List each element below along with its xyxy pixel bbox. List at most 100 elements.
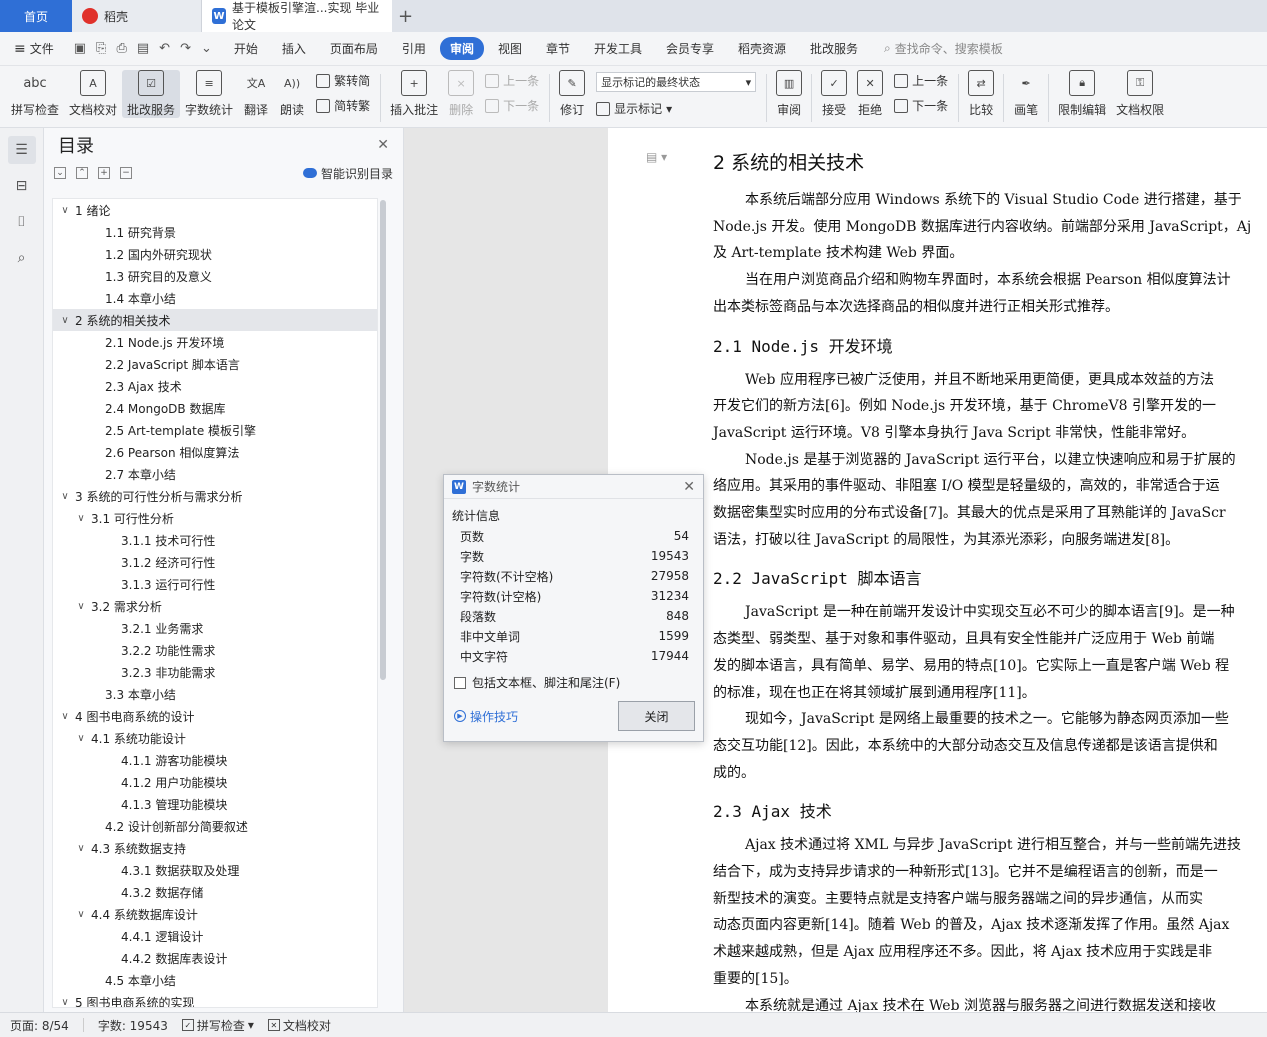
outline-nav-icon[interactable]: ☰: [7, 136, 36, 164]
collapse-chevron-icon[interactable]: ∨: [75, 909, 87, 920]
collapse-chevron-icon[interactable]: ∨: [59, 997, 71, 1008]
collapse-chevron-icon[interactable]: ∨: [75, 843, 87, 854]
pen-button[interactable]: ✒ 画笔: [1008, 70, 1044, 118]
compare-button[interactable]: ⇄ 比较: [963, 70, 999, 118]
tab-home[interactable]: 首页: [0, 0, 72, 32]
document-rights-button[interactable]: ⚿ 文档权限: [1111, 70, 1169, 118]
collapse-chevron-icon[interactable]: ∨: [59, 491, 71, 502]
next-revision-button[interactable]: 下一条: [894, 97, 948, 114]
toc-item[interactable]: ∨ 4 图书电商系统的设计: [53, 705, 377, 727]
toc-item[interactable]: 1.3 研究目的及意义: [53, 265, 377, 287]
menu-item[interactable]: 视图: [488, 37, 532, 60]
close-button[interactable]: 关闭: [618, 701, 695, 731]
collapse-chevron-icon[interactable]: ∨: [75, 601, 87, 612]
toc-item[interactable]: 4.1.2 用户功能模块: [53, 771, 377, 793]
menu-item[interactable]: 审阅: [439, 37, 484, 60]
close-icon[interactable]: ✕: [377, 137, 389, 153]
add-level-icon[interactable]: +: [98, 167, 110, 179]
document-page[interactable]: ▤ ▾ 2 系统的相关技术 本系统后端部分应用 Windows 系统下的 Visu…: [608, 128, 1267, 1012]
toc-item[interactable]: 3.1.3 运行可行性: [53, 573, 377, 595]
status-spell-check[interactable]: ✓ 拼写检查 ▾: [181, 1017, 254, 1034]
review-pane-button[interactable]: ▥ 审阅: [771, 70, 807, 118]
track-changes-button[interactable]: ✎ 修订: [554, 70, 590, 118]
accept-button[interactable]: ✓ 接受: [816, 70, 852, 118]
toc-item[interactable]: ∨ 5 图书电商系统的实现: [53, 991, 377, 1008]
menu-item[interactable]: 页面布局: [320, 37, 388, 60]
command-search[interactable]: ⌕ 查找命令、搜索模板: [884, 40, 1003, 57]
toc-item[interactable]: 3.2.2 功能性需求: [53, 639, 377, 661]
toc-item[interactable]: 4.3.2 数据存储: [53, 881, 377, 903]
markup-state-select[interactable]: 显示标记的最终状态 ▾: [596, 72, 757, 92]
translate-button[interactable]: 文A 翻译: [238, 70, 274, 118]
toc-item[interactable]: 4.4.1 逻辑设计: [53, 925, 377, 947]
collapse-chevron-icon[interactable]: ∨: [59, 205, 71, 216]
new-tab-plus-icon[interactable]: +: [392, 0, 419, 32]
toc-item[interactable]: 2.1 Node.js 开发环境: [53, 331, 377, 353]
trad-to-simp-button[interactable]: 繁转简: [316, 72, 370, 89]
collapse-chevron-icon[interactable]: ∨: [59, 315, 71, 326]
search-icon[interactable]: ⌕: [8, 244, 36, 272]
toc-item[interactable]: 4.1.3 管理功能模块: [53, 793, 377, 815]
reject-button[interactable]: ✕ 拒绝: [852, 70, 888, 118]
toc-item[interactable]: 2.5 Art-template 模板引擎: [53, 419, 377, 441]
toc-item[interactable]: 4.1.1 游客功能模块: [53, 749, 377, 771]
include-textbox-checkbox[interactable]: 包括文本框、脚注和尾注(F): [444, 666, 703, 699]
dialog-titlebar[interactable]: W 字数统计 ✕: [444, 475, 703, 499]
toc-item[interactable]: 2.4 MongoDB 数据库: [53, 397, 377, 419]
toc-item[interactable]: ∨ 4.3 系统数据支持: [53, 837, 377, 859]
proofread-button[interactable]: A 文档校对: [64, 70, 122, 118]
paragraph-format-icon[interactable]: ▤ ▾: [646, 150, 667, 164]
customize-chevron-icon[interactable]: ⌄: [201, 41, 212, 56]
toc-item[interactable]: ∨ 1 绪论: [53, 199, 377, 221]
toc-item[interactable]: 3.2.1 业务需求: [53, 617, 377, 639]
toc-item[interactable]: 2.2 JavaScript 脚本语言: [53, 353, 377, 375]
toc-scrollbar[interactable]: [380, 200, 386, 680]
toc-item[interactable]: 3.2.3 非功能需求: [53, 661, 377, 683]
print-icon[interactable]: ⎙: [116, 41, 126, 56]
chapter-nav-icon[interactable]: ⊟: [8, 172, 36, 200]
tab-document[interactable]: W 基于模板引擎渲...实现 毕业论文: [202, 0, 392, 32]
toc-item[interactable]: 3.1.1 技术可行性: [53, 529, 377, 551]
collapse-chevron-icon[interactable]: ∨: [75, 513, 87, 524]
next-comment-button[interactable]: 下一条: [485, 97, 539, 114]
prev-comment-button[interactable]: 上一条: [485, 72, 539, 89]
collapse-chevron-icon[interactable]: ∨: [75, 733, 87, 744]
menu-item[interactable]: 开发工具: [584, 37, 652, 60]
toc-item[interactable]: 4.4.2 数据库表设计: [53, 947, 377, 969]
file-menu[interactable]: ≡ 文件: [0, 40, 64, 57]
collapse-chevron-icon[interactable]: ∨: [59, 711, 71, 722]
read-aloud-button[interactable]: A)) 朗读: [274, 70, 310, 118]
undo-icon[interactable]: ↶: [159, 41, 170, 56]
correction-service-button[interactable]: ☑ 批改服务: [122, 70, 181, 118]
toc-item[interactable]: 2.7 本章小结: [53, 463, 377, 485]
checkbox-box[interactable]: [454, 676, 466, 689]
toc-item[interactable]: 4.2 设计创新部分简要叙述: [53, 815, 377, 837]
menu-item[interactable]: 会员专享: [656, 37, 724, 60]
bookmark-icon[interactable]: ⌷: [8, 208, 36, 236]
close-icon[interactable]: ✕: [683, 479, 695, 495]
toc-item[interactable]: 1.1 研究背景: [53, 221, 377, 243]
status-proofread[interactable]: ✕ 文档校对: [267, 1017, 331, 1034]
delete-comment-button[interactable]: × 删除: [443, 70, 479, 118]
menu-item[interactable]: 插入: [272, 37, 316, 60]
show-markup-button[interactable]: 显示标记 ▾: [596, 100, 756, 117]
prev-revision-button[interactable]: 上一条: [894, 72, 948, 89]
spell-check-button[interactable]: abc 拼写检查: [6, 70, 64, 118]
menu-item[interactable]: 章节: [536, 37, 580, 60]
toc-item[interactable]: ∨ 3.1 可行性分析: [53, 507, 377, 529]
insert-comment-button[interactable]: + 插入批注: [385, 70, 443, 118]
toc-item[interactable]: 4.5 本章小结: [53, 969, 377, 991]
restrict-editing-button[interactable]: 🔒︎ 限制编辑: [1053, 70, 1111, 118]
redo-icon[interactable]: ↷: [180, 41, 191, 56]
expand-down-icon[interactable]: ⌄: [54, 167, 66, 179]
tab-daoke[interactable]: 稻壳: [72, 0, 202, 32]
toc-item[interactable]: ∨ 2 系统的相关技术: [53, 309, 377, 331]
toc-item[interactable]: ∨ 3 系统的可行性分析与需求分析: [53, 485, 377, 507]
word-count-button[interactable]: ≡ 字数统计: [180, 70, 238, 118]
toc-item[interactable]: 1.2 国内外研究现状: [53, 243, 377, 265]
toc-item[interactable]: 1.4 本章小结: [53, 287, 377, 309]
menu-item[interactable]: 批改服务: [800, 37, 868, 60]
print-preview-icon[interactable]: ▤: [137, 41, 149, 56]
toc-item[interactable]: ∨ 4.1 系统功能设计: [53, 727, 377, 749]
toc-item[interactable]: ∨ 4.4 系统数据库设计: [53, 903, 377, 925]
